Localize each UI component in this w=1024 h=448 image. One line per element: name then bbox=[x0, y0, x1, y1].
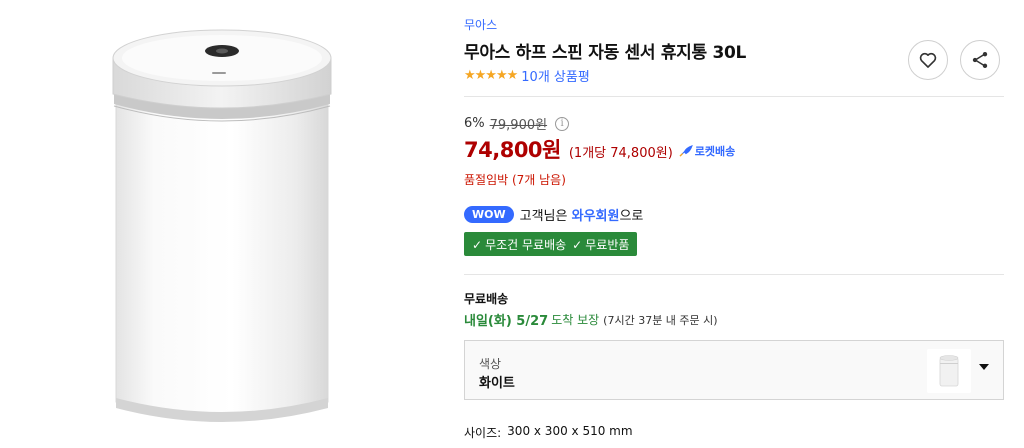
benefit-free-return: 무료반품 bbox=[585, 237, 630, 252]
wow-membership-row: WOW 고객님은 와우회원으로 bbox=[464, 205, 643, 224]
size-row: 사이즈: 300 x 300 x 510 mm bbox=[464, 424, 633, 441]
shipping-row: 내일(화) 5/27 도착 보장 (7시간 37분 내 주문 시) bbox=[464, 310, 718, 329]
check-icon: ✓ bbox=[572, 237, 583, 252]
wow-badge: WOW bbox=[464, 206, 514, 223]
rocket-delivery-badge: 로켓배송 bbox=[679, 143, 735, 159]
info-icon[interactable]: i bbox=[555, 116, 570, 131]
benefit-item: ✓ 무료반품 bbox=[572, 236, 629, 253]
option-value: 화이트 bbox=[479, 376, 515, 391]
discount-rate: 6% bbox=[464, 116, 485, 131]
rating-row: ★★★★★ 10개 상품평 bbox=[464, 66, 590, 85]
heart-icon bbox=[919, 52, 937, 68]
product-image-area bbox=[0, 0, 440, 448]
arrival-guarantee: 도착 보장 bbox=[551, 313, 600, 327]
order-deadline: (7시간 37분 내 주문 시) bbox=[603, 313, 718, 327]
option-label: 색상 bbox=[479, 357, 502, 371]
share-icon bbox=[972, 52, 988, 68]
brand-link[interactable]: 무아스 bbox=[464, 16, 497, 33]
wow-text-prefix: 고객님은 bbox=[519, 209, 568, 224]
wow-benefits-box: ✓ 무조건 무료배송 ✓ 무료반품 bbox=[464, 232, 638, 256]
option-thumbnail bbox=[927, 349, 971, 393]
price-row: 74,800원 (1개당 74,800원) 로켓배송 bbox=[464, 134, 735, 164]
star-rating: ★★★★★ bbox=[464, 68, 518, 83]
color-option-select[interactable]: 색상 화이트 bbox=[464, 340, 1004, 400]
wow-text: 고객님은 와우회원으로 bbox=[520, 205, 644, 224]
divider bbox=[464, 96, 1004, 97]
stock-warning: 품절임박 (7개 남음) bbox=[464, 173, 566, 187]
benefit-free-shipping: 무조건 무료배송 bbox=[485, 237, 567, 252]
divider bbox=[464, 274, 1004, 275]
review-count-link[interactable]: 10개 상품평 bbox=[521, 66, 590, 85]
wow-text-suffix: 으로 bbox=[619, 209, 644, 224]
arrival-date: 내일(화) 5/27 bbox=[464, 314, 549, 329]
benefit-item: ✓ 무조건 무료배송 bbox=[472, 236, 566, 253]
product-image[interactable] bbox=[108, 22, 336, 422]
rocket-icon bbox=[679, 145, 693, 157]
product-title: 무아스 하프 스핀 자동 센서 휴지통 30L bbox=[464, 43, 747, 63]
shipping-label: 무료배송 bbox=[464, 292, 509, 306]
check-icon: ✓ bbox=[472, 237, 483, 252]
rocket-delivery-label: 로켓배송 bbox=[694, 145, 736, 158]
sale-price: 74,800원 bbox=[464, 138, 561, 162]
size-label: 사이즈: bbox=[464, 426, 502, 440]
product-info: 무아스 무아스 하프 스핀 자동 센서 휴지통 30L ★★★★★ 10개 상품… bbox=[464, 0, 1004, 448]
wishlist-button[interactable] bbox=[908, 40, 948, 80]
discount-row: 6% 79,900원 i bbox=[464, 114, 570, 133]
chevron-down-icon bbox=[979, 364, 989, 370]
original-price: 79,900원 bbox=[489, 118, 548, 133]
size-value: 300 x 300 x 510 mm bbox=[507, 424, 633, 438]
share-button[interactable] bbox=[960, 40, 1000, 80]
unit-price: (1개당 74,800원) bbox=[568, 146, 673, 161]
wow-text-highlight: 와우회원 bbox=[571, 209, 620, 224]
